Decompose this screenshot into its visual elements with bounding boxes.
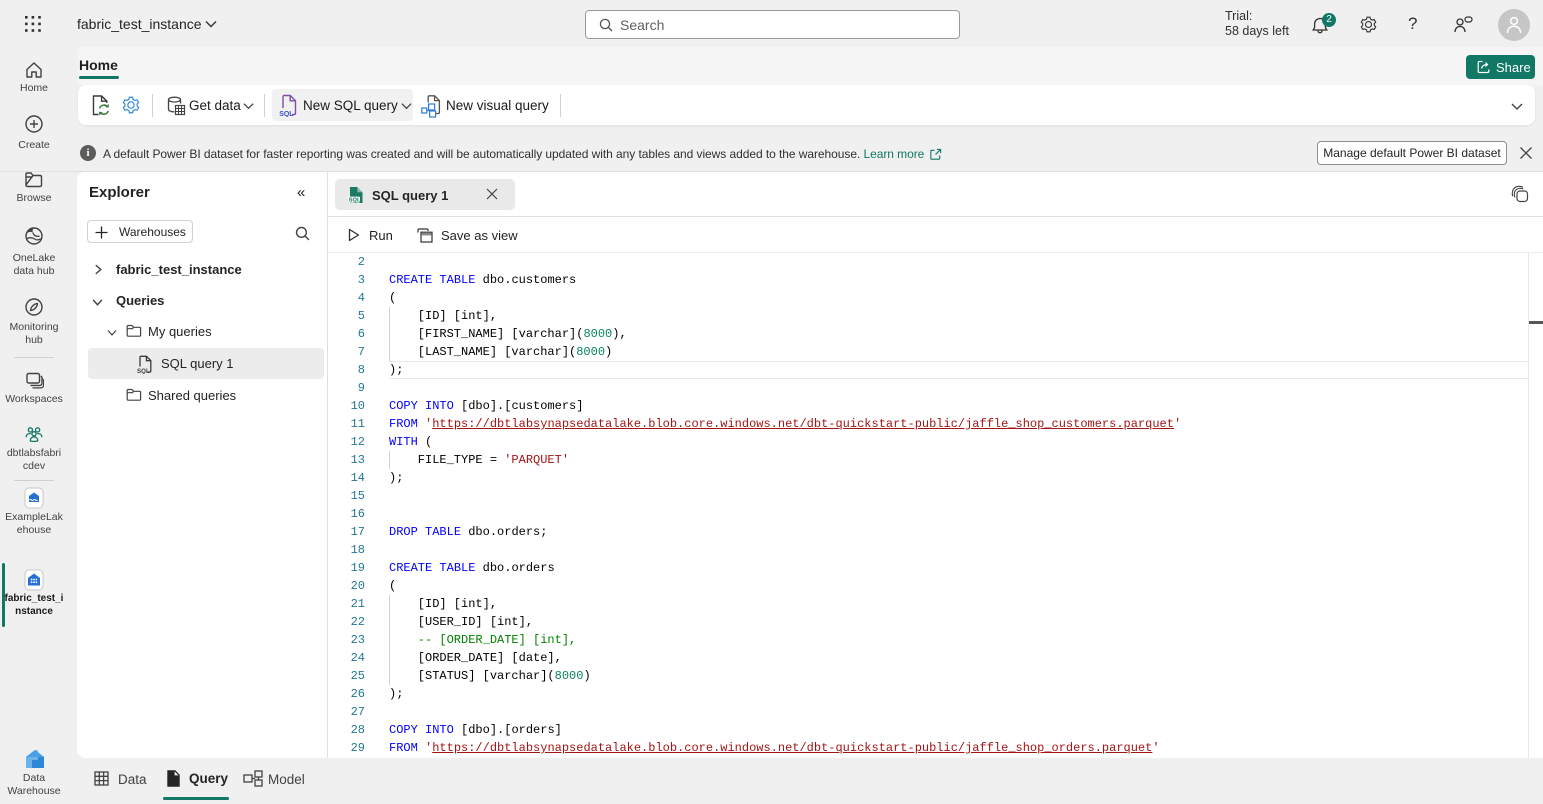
svg-text:SQL: SQL [349,198,361,204]
svg-text:SQL: SQL [279,111,294,117]
svg-text:SQL: SQL [137,368,150,374]
